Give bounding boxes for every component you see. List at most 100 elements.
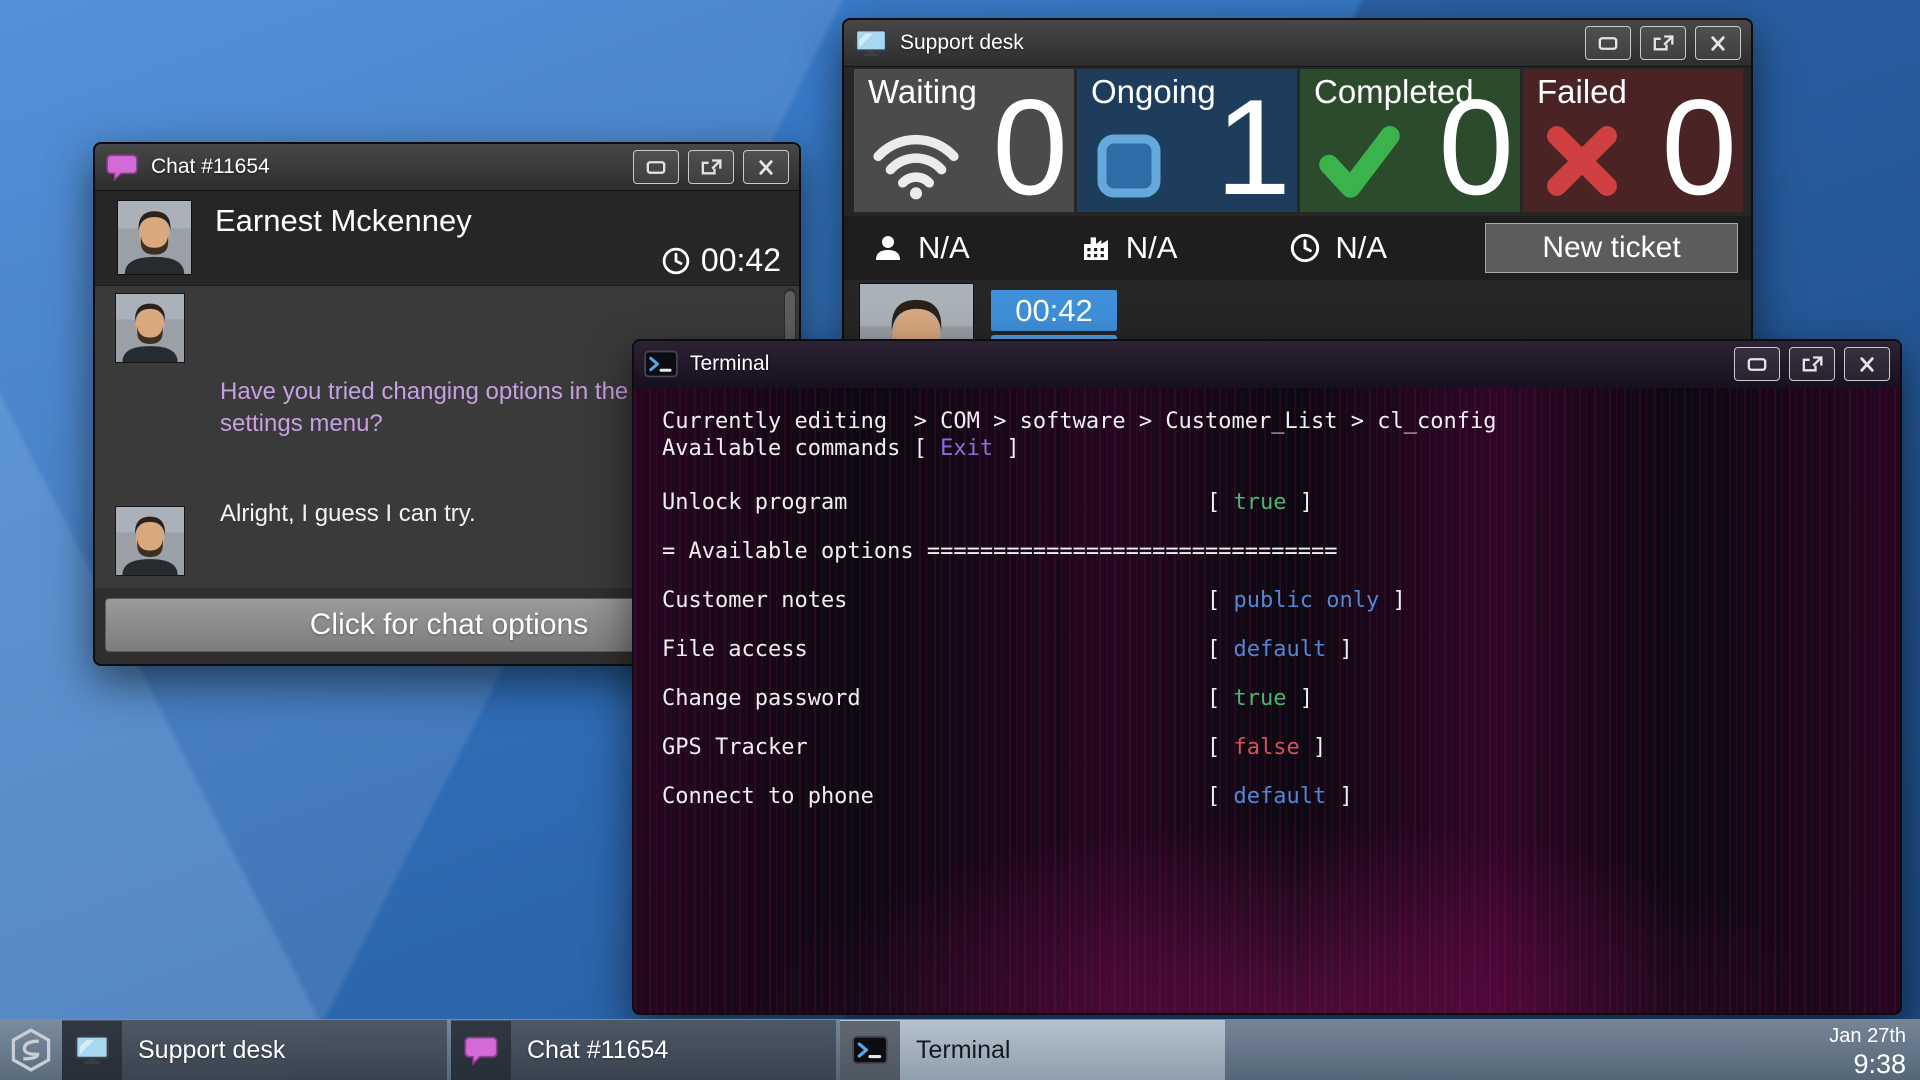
option-value-group: [ false ] xyxy=(1207,735,1326,760)
commands-label: Available commands [ xyxy=(662,436,940,461)
clock-icon xyxy=(661,246,691,276)
wifi-icon xyxy=(870,128,962,200)
exit-command[interactable]: Exit xyxy=(940,436,993,461)
terminal-icon xyxy=(840,1021,900,1080)
option-label: GPS Tracker xyxy=(662,735,1207,760)
terminal-option-row: Connect to phone[ default ] xyxy=(662,772,1900,821)
close-icon xyxy=(1853,354,1881,375)
minimize-button[interactable] xyxy=(1585,26,1631,60)
minimize-icon xyxy=(1743,354,1771,375)
avatar xyxy=(115,506,185,576)
avatar xyxy=(117,200,192,275)
minimize-button[interactable] xyxy=(1734,347,1780,381)
terminal-window-title: Terminal xyxy=(690,352,769,376)
terminal-option-row: Customer notes[ public only ] xyxy=(662,576,1900,625)
date-label: Jan 27th xyxy=(1829,1025,1906,1049)
chat-bubble-icon xyxy=(105,152,139,182)
counter-value: 1 xyxy=(1215,83,1289,212)
chat-message: Alright, I guess I can try. xyxy=(220,498,476,530)
terminal-option-row: Unlock program[ true ] xyxy=(662,478,1900,527)
close-button[interactable] xyxy=(743,150,789,184)
taskbar-item-chat[interactable]: Chat #11654 xyxy=(451,1020,836,1080)
taskbar-item-terminal[interactable]: Terminal xyxy=(840,1020,1225,1080)
option-value[interactable]: default xyxy=(1234,637,1327,662)
terminal-breadcrumb: Currently editing > COM > software > Cus… xyxy=(662,408,1900,435)
terminal-window: Terminal Currently editing > COM > softw… xyxy=(632,339,1902,1015)
contact-name: Earnest Mckenney xyxy=(215,203,472,239)
popout-icon xyxy=(1798,354,1826,375)
taskbar: Support desk Chat #11654 Terminal Jan 27… xyxy=(0,1019,1920,1080)
commands-bracket: ] xyxy=(993,436,1020,461)
option-value[interactable]: false xyxy=(1234,735,1300,760)
call-timer-value: 00:42 xyxy=(701,242,781,279)
popout-icon xyxy=(697,157,725,178)
minimize-button[interactable] xyxy=(633,150,679,184)
option-value[interactable]: public only xyxy=(1234,588,1380,613)
counter-ongoing: Ongoing 1 xyxy=(1077,69,1297,212)
clock-icon xyxy=(1289,232,1321,264)
window-controls xyxy=(1585,26,1741,60)
person-icon xyxy=(872,232,904,264)
counter-value: 0 xyxy=(992,83,1066,212)
assignee-info: N/A xyxy=(872,230,970,266)
terminal-option-row: GPS Tracker[ false ] xyxy=(662,723,1900,772)
window-icon xyxy=(1093,130,1165,202)
ticket-counters: Waiting 0 Ongoing 1 Completed 0 Failed 0 xyxy=(844,67,1751,212)
window-controls xyxy=(633,150,789,184)
building-icon xyxy=(1080,232,1112,264)
cross-icon xyxy=(1539,118,1625,204)
info-value: N/A xyxy=(1335,230,1387,266)
taskbar-item-label: Chat #11654 xyxy=(511,1036,668,1065)
close-icon xyxy=(1704,33,1732,54)
minimize-icon xyxy=(1594,33,1622,54)
time-label: 9:38 xyxy=(1829,1049,1906,1080)
window-controls xyxy=(1734,347,1890,381)
os-logo[interactable] xyxy=(0,1020,62,1080)
terminal-option-row: File access[ default ] xyxy=(662,625,1900,674)
close-icon xyxy=(752,157,780,178)
close-button[interactable] xyxy=(1844,347,1890,381)
support-window-title: Support desk xyxy=(900,31,1024,55)
company-info: N/A xyxy=(1080,230,1178,266)
chat-titlebar[interactable]: Chat #11654 xyxy=(95,144,799,191)
popout-button[interactable] xyxy=(1640,26,1686,60)
close-button[interactable] xyxy=(1695,26,1741,60)
popout-icon xyxy=(1649,33,1677,54)
terminal-separator: = Available options ====================… xyxy=(662,527,1900,576)
monitor-icon xyxy=(62,1021,122,1080)
new-ticket-button[interactable]: New ticket xyxy=(1485,223,1738,273)
taskbar-clock: Jan 27th 9:38 xyxy=(1829,1020,1920,1080)
monitor-icon xyxy=(854,28,888,58)
minimize-icon xyxy=(642,157,670,178)
terminal-commands-line: Available commands [ Exit ] xyxy=(662,435,1900,462)
info-value: N/A xyxy=(1126,230,1178,266)
avatar xyxy=(115,293,185,363)
option-value-group: [ public only ] xyxy=(1207,588,1406,613)
option-label: Connect to phone xyxy=(662,784,1207,809)
check-icon xyxy=(1312,118,1407,204)
ticket-info-bar: N/A N/A N/A New ticket xyxy=(844,216,1751,280)
terminal-icon xyxy=(644,349,678,379)
hexagon-logo-icon xyxy=(9,1028,53,1072)
terminal-option-row: Change password[ true ] xyxy=(662,674,1900,723)
terminal-titlebar[interactable]: Terminal xyxy=(634,341,1900,388)
popout-button[interactable] xyxy=(688,150,734,184)
option-value[interactable]: true xyxy=(1234,686,1287,711)
call-timer: 00:42 xyxy=(661,242,781,279)
option-label: Change password xyxy=(662,686,1207,711)
support-titlebar[interactable]: Support desk xyxy=(844,20,1751,67)
counter-waiting: Waiting 0 xyxy=(854,69,1074,212)
option-value[interactable]: true xyxy=(1234,490,1287,515)
option-value-group: [ true ] xyxy=(1207,490,1313,515)
popout-button[interactable] xyxy=(1789,347,1835,381)
option-value[interactable]: default xyxy=(1234,784,1327,809)
counter-completed: Completed 0 xyxy=(1300,69,1520,212)
option-value-group: [ default ] xyxy=(1207,784,1353,809)
option-value-group: [ true ] xyxy=(1207,686,1313,711)
chat-bubble-icon xyxy=(451,1021,511,1080)
taskbar-item-support-desk[interactable]: Support desk xyxy=(62,1020,447,1080)
chat-message: Have you tried changing options in the s… xyxy=(220,376,670,441)
taskbar-item-label: Support desk xyxy=(122,1036,285,1065)
option-label: Customer notes xyxy=(662,588,1207,613)
counter-failed: Failed 0 xyxy=(1523,69,1743,212)
